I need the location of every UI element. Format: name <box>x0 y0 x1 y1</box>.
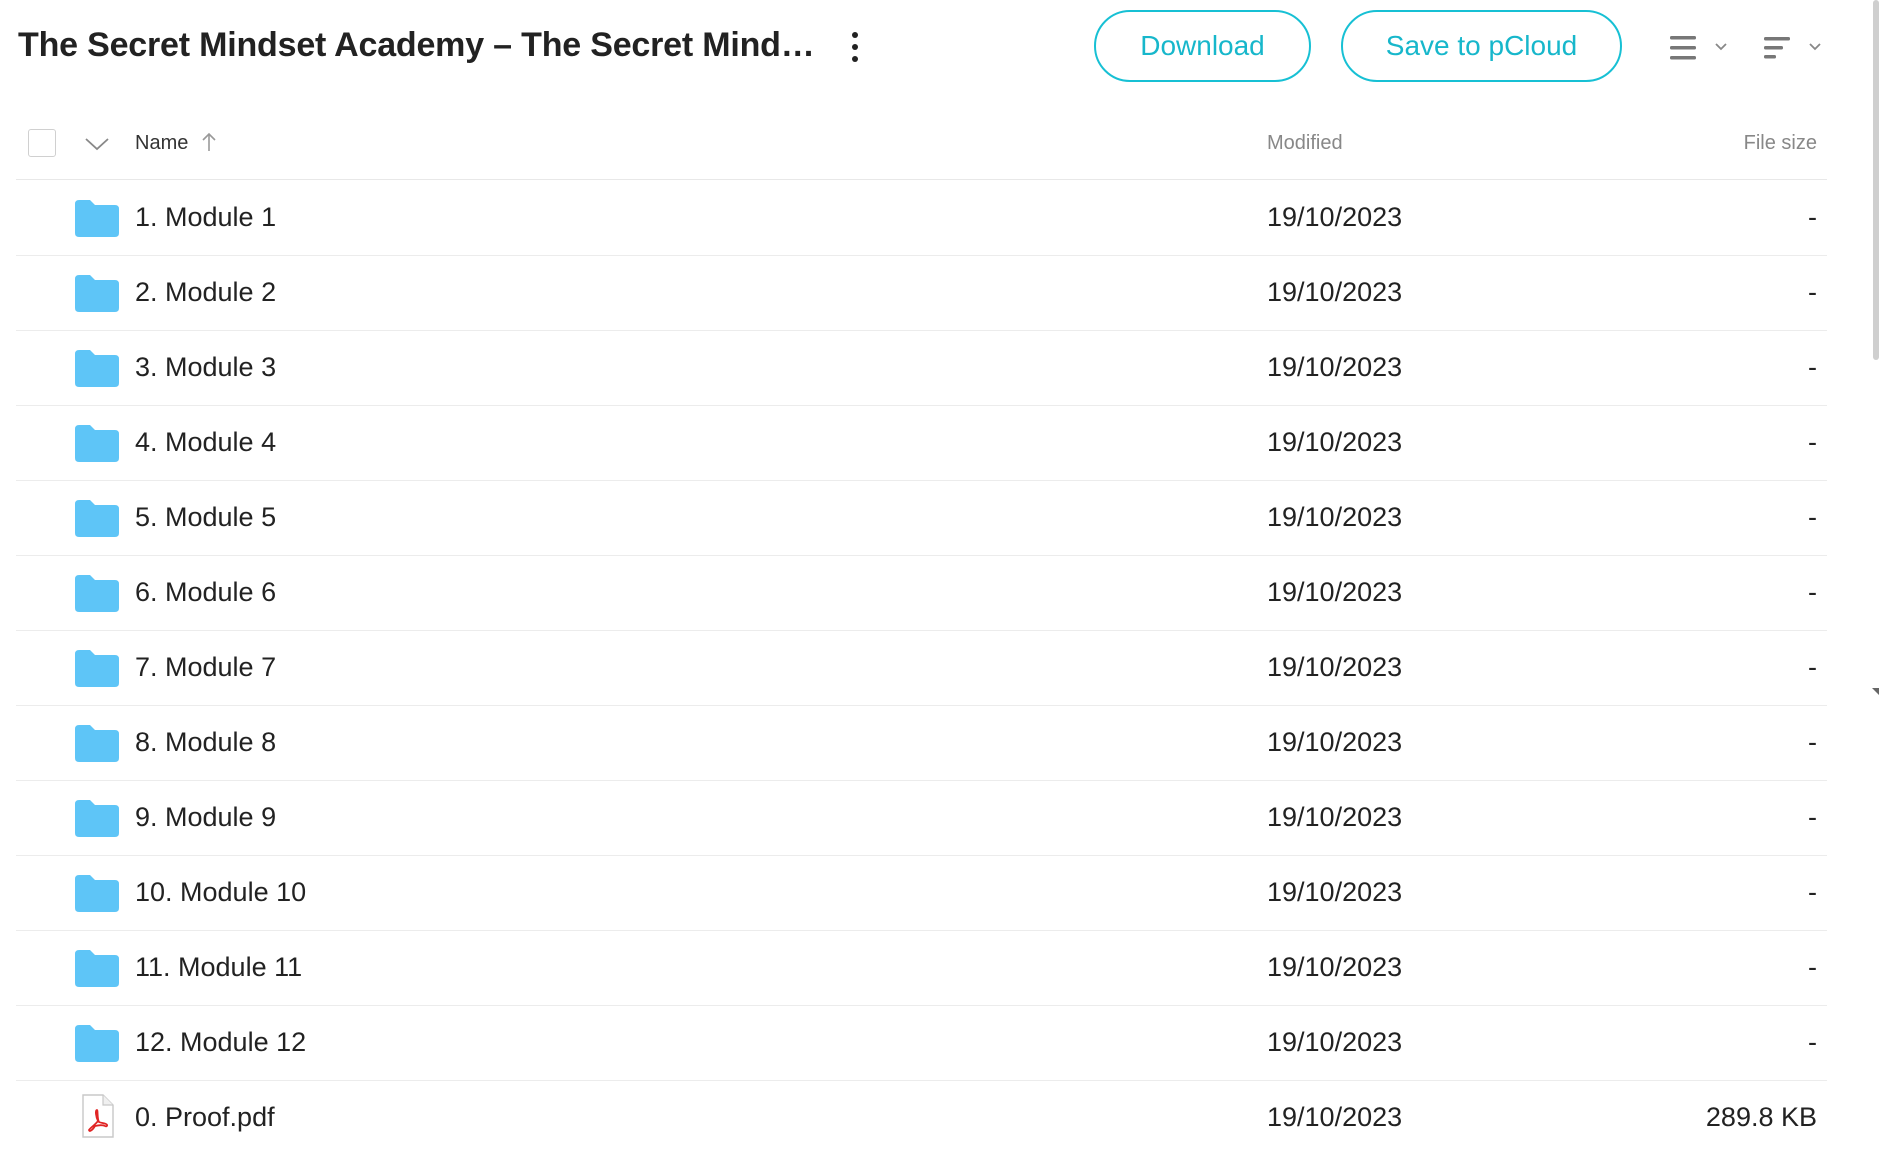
scrollbar[interactable] <box>1873 0 1879 360</box>
pdf-file-icon <box>73 1094 121 1138</box>
item-modified-date: 19/10/2023 <box>1267 952 1403 982</box>
select-options-dropdown[interactable] <box>82 129 112 159</box>
header-bar: The Secret Mindset Academy – The Secret … <box>0 0 1879 94</box>
folder-row[interactable]: 3. Module 3 19/10/2023 - <box>16 330 1827 406</box>
item-name[interactable]: 8. Module 8 <box>135 727 276 758</box>
folder-row[interactable]: 2. Module 2 19/10/2023 - <box>16 255 1827 331</box>
item-file-size: - <box>1808 427 1817 457</box>
item-modified-date: 19/10/2023 <box>1267 577 1403 607</box>
folder-icon <box>73 423 121 463</box>
file-row[interactable]: 0. Proof.pdf 19/10/2023 289.8 KB <box>16 1080 1827 1149</box>
chevron-down-icon <box>1715 43 1727 51</box>
folder-icon <box>73 348 121 388</box>
item-modified-date: 19/10/2023 <box>1267 352 1403 382</box>
folder-row[interactable]: 8. Module 8 19/10/2023 - <box>16 705 1827 781</box>
folder-icon <box>73 798 121 838</box>
item-name[interactable]: 1. Module 1 <box>135 202 276 233</box>
item-name[interactable]: 5. Module 5 <box>135 502 276 533</box>
scroll-down-indicator <box>1872 688 1879 695</box>
item-name[interactable]: 12. Module 12 <box>135 1027 306 1058</box>
item-file-size: - <box>1808 577 1817 607</box>
folder-row[interactable]: 7. Module 7 19/10/2023 - <box>16 630 1827 706</box>
more-options-icon[interactable] <box>840 30 868 66</box>
folder-icon <box>73 648 121 688</box>
item-file-size: - <box>1808 502 1817 532</box>
item-file-size: - <box>1808 277 1817 307</box>
item-file-size: - <box>1808 352 1817 382</box>
folder-row[interactable]: 11. Module 11 19/10/2023 - <box>16 930 1827 1006</box>
item-modified-date: 19/10/2023 <box>1267 877 1403 907</box>
download-button[interactable]: Download <box>1094 10 1311 82</box>
folder-icon <box>73 273 121 313</box>
folder-row[interactable]: 4. Module 4 19/10/2023 - <box>16 405 1827 481</box>
item-modified-date: 19/10/2023 <box>1267 652 1403 682</box>
folder-icon <box>73 198 121 238</box>
item-file-size: - <box>1808 1027 1817 1057</box>
folder-icon <box>73 573 121 613</box>
sort-ascending-icon <box>198 129 220 157</box>
folder-icon <box>73 498 121 538</box>
item-name[interactable]: 6. Module 6 <box>135 577 276 608</box>
folder-title: The Secret Mindset Academy – The Secret … <box>18 26 818 64</box>
save-to-pcloud-button[interactable]: Save to pCloud <box>1341 10 1622 82</box>
folder-icon <box>73 1023 121 1063</box>
folder-row[interactable]: 1. Module 1 19/10/2023 - <box>16 180 1827 256</box>
item-file-size: - <box>1808 727 1817 757</box>
item-modified-date: 19/10/2023 <box>1267 1027 1403 1057</box>
item-file-size: - <box>1808 202 1817 232</box>
item-modified-date: 19/10/2023 <box>1267 802 1403 832</box>
sort-icon <box>1764 37 1821 59</box>
item-name[interactable]: 7. Module 7 <box>135 652 276 683</box>
item-name[interactable]: 11. Module 11 <box>135 952 302 983</box>
column-header-row: Name Modified File size <box>16 105 1827 180</box>
item-name[interactable]: 3. Module 3 <box>135 352 276 383</box>
folder-icon <box>73 723 121 763</box>
item-name[interactable]: 9. Module 9 <box>135 802 276 833</box>
item-modified-date: 19/10/2023 <box>1267 502 1403 532</box>
folder-row[interactable]: 9. Module 9 19/10/2023 - <box>16 780 1827 856</box>
sort-dropdown[interactable] <box>1760 28 1840 68</box>
column-size-header[interactable]: File size <box>1744 132 1817 155</box>
item-name[interactable]: 0. Proof.pdf <box>135 1102 275 1133</box>
item-name[interactable]: 2. Module 2 <box>135 277 276 308</box>
item-name[interactable]: 4. Module 4 <box>135 427 276 458</box>
column-modified-header[interactable]: Modified <box>1267 132 1343 155</box>
item-file-size: - <box>1808 877 1817 907</box>
folder-row[interactable]: 12. Module 12 19/10/2023 - <box>16 1005 1827 1081</box>
chevron-down-icon <box>1809 43 1821 51</box>
item-file-size: - <box>1808 952 1817 982</box>
item-modified-date: 19/10/2023 <box>1267 1102 1403 1132</box>
list-view-icon <box>1670 36 1727 60</box>
item-file-size: - <box>1808 652 1817 682</box>
item-modified-date: 19/10/2023 <box>1267 727 1403 757</box>
item-name[interactable]: 10. Module 10 <box>135 877 306 908</box>
select-all-checkbox[interactable] <box>28 129 56 157</box>
item-modified-date: 19/10/2023 <box>1267 427 1403 457</box>
item-modified-date: 19/10/2023 <box>1267 277 1403 307</box>
column-name-header[interactable]: Name <box>135 132 188 155</box>
item-file-size: - <box>1808 802 1817 832</box>
folder-row[interactable]: 6. Module 6 19/10/2023 - <box>16 555 1827 631</box>
folder-icon <box>73 948 121 988</box>
folder-row[interactable]: 5. Module 5 19/10/2023 - <box>16 480 1827 556</box>
folder-row[interactable]: 10. Module 10 19/10/2023 - <box>16 855 1827 931</box>
file-browser-page: The Secret Mindset Academy – The Secret … <box>0 0 1879 1149</box>
chevron-down-icon <box>85 138 109 151</box>
item-modified-date: 19/10/2023 <box>1267 202 1403 232</box>
item-file-size: 289.8 KB <box>1705 1102 1817 1132</box>
view-mode-dropdown[interactable] <box>1664 28 1744 68</box>
folder-icon <box>73 873 121 913</box>
